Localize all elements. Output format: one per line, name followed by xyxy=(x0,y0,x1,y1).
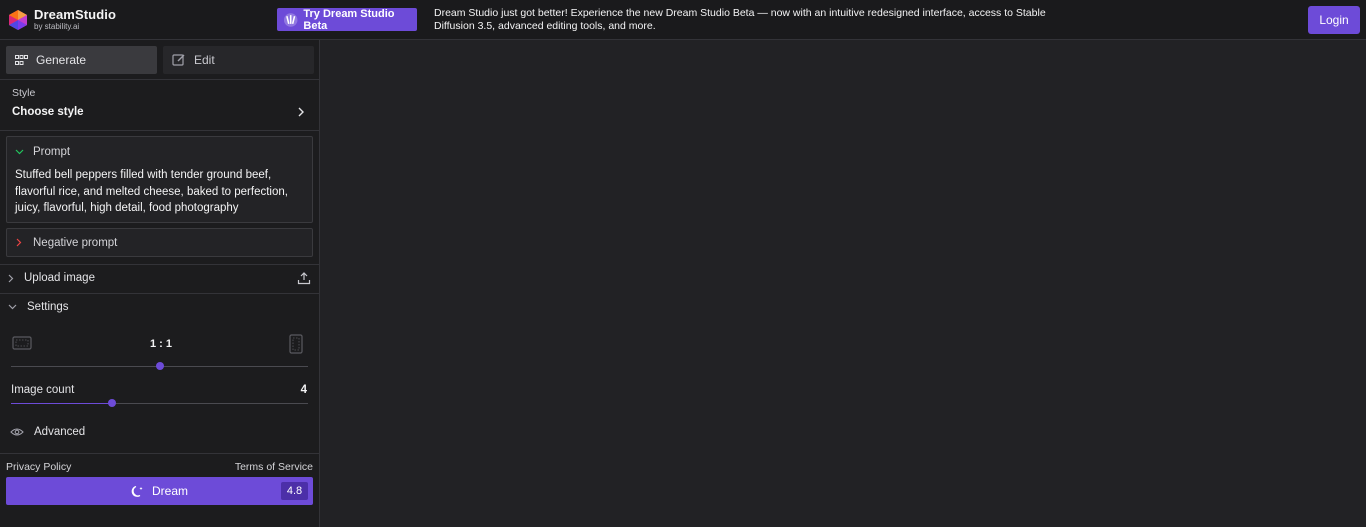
aspect-ratio-slider-thumb[interactable] xyxy=(155,362,164,370)
canvas-area[interactable] xyxy=(321,40,1366,527)
image-count-label: Image count xyxy=(11,384,75,396)
login-button[interactable]: Login xyxy=(1308,6,1360,34)
image-count-slider-thumb[interactable] xyxy=(107,399,116,407)
upload-image-label: Upload image xyxy=(24,272,95,284)
image-count-value: 4 xyxy=(300,384,307,396)
upload-icon[interactable] xyxy=(297,271,311,285)
chevron-right-icon xyxy=(8,274,14,282)
chevron-down-icon xyxy=(15,149,24,155)
tab-edit[interactable]: Edit xyxy=(163,46,314,74)
prompt-input[interactable]: Stuffed bell peppers filled with tender … xyxy=(15,167,307,217)
negative-prompt-label: Negative prompt xyxy=(33,236,118,249)
dream-button[interactable]: Dream 4.8 xyxy=(6,477,313,505)
terms-of-service-link[interactable]: Terms of Service xyxy=(235,461,313,473)
beta-logo-icon xyxy=(283,12,298,27)
tab-edit-label: Edit xyxy=(194,53,215,67)
upload-image-toggle[interactable]: Upload image xyxy=(8,272,95,284)
top-bar: DreamStudio by stability.ai Try Dream St… xyxy=(0,0,1366,40)
image-count-slider-fill xyxy=(11,403,112,404)
tab-generate-label: Generate xyxy=(36,53,87,67)
mode-tabs: Generate Edit xyxy=(6,46,314,74)
tab-generate[interactable]: Generate xyxy=(6,46,157,74)
try-beta-label: Try Dream Studio Beta xyxy=(303,7,395,32)
moon-icon xyxy=(131,485,143,497)
advanced-toggle[interactable]: Advanced xyxy=(10,426,85,438)
style-label: Style xyxy=(12,87,36,99)
advanced-label: Advanced xyxy=(34,426,86,438)
eye-icon xyxy=(10,428,24,436)
privacy-policy-link[interactable]: Privacy Policy xyxy=(6,461,71,473)
settings-toggle[interactable]: Settings xyxy=(8,301,69,313)
divider xyxy=(0,453,320,454)
prompt-label: Prompt xyxy=(33,146,71,158)
dreamstudio-logo-icon xyxy=(9,9,27,30)
edit-icon xyxy=(172,54,185,66)
settings-label: Settings xyxy=(27,301,69,313)
divider xyxy=(0,130,320,131)
landscape-ratio-icon[interactable] xyxy=(12,336,32,350)
sidebar: Generate Edit Style Choose style Prompt … xyxy=(0,40,320,527)
brand-title: DreamStudio xyxy=(34,7,117,22)
grid-icon xyxy=(15,54,28,65)
negative-prompt-panel[interactable]: Negative prompt xyxy=(6,228,313,257)
try-beta-button[interactable]: Try Dream Studio Beta xyxy=(277,7,417,32)
aspect-ratio-value: 1 : 1 xyxy=(150,338,173,350)
announcement-text: Dream Studio just got better! Experience… xyxy=(434,7,1046,32)
style-selector[interactable]: Choose style xyxy=(12,106,84,118)
brand[interactable]: DreamStudio by stability.ai xyxy=(7,8,269,31)
prompt-panel[interactable]: Prompt Stuffed bell peppers filled with … xyxy=(6,136,313,223)
prompt-header[interactable]: Prompt xyxy=(15,146,70,158)
portrait-ratio-icon[interactable] xyxy=(289,334,303,354)
chevron-right-icon xyxy=(16,238,22,247)
brand-subtitle: by stability.ai xyxy=(34,22,80,31)
credit-cost-badge: 4.8 xyxy=(281,482,308,500)
chevron-right-icon[interactable] xyxy=(297,107,305,117)
dream-label: Dream xyxy=(151,484,188,498)
chevron-down-icon xyxy=(8,304,17,310)
divider xyxy=(0,264,320,265)
divider xyxy=(0,293,320,294)
divider xyxy=(0,79,320,80)
